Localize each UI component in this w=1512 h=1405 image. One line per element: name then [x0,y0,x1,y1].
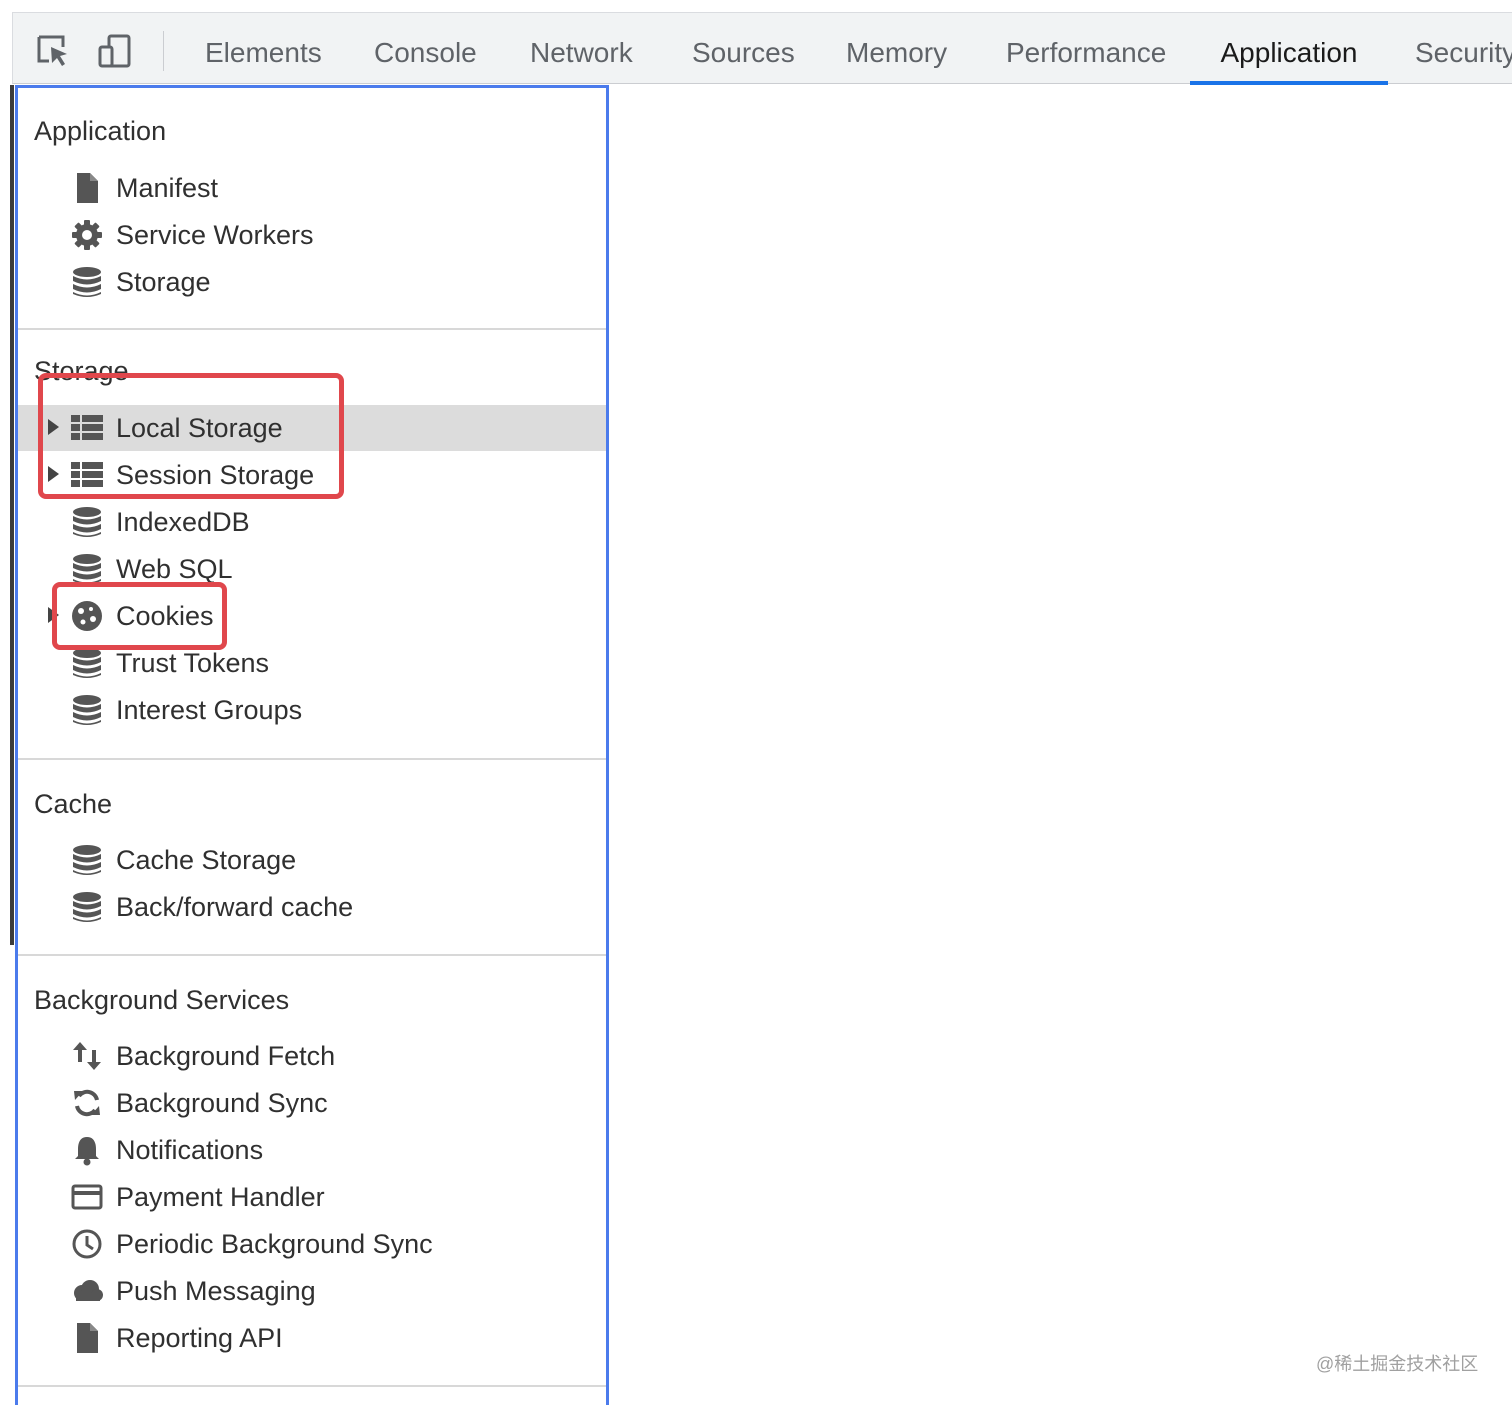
sidebar-item-label: Periodic Background Sync [116,1229,433,1259]
sidebar-item-label: Interest Groups [116,695,303,725]
sidebar-item-label: Storage [116,267,211,297]
sidebar-item-push-messaging[interactable]: Push Messaging [18,1268,606,1314]
sidebar-item-label: Background Sync [116,1088,328,1118]
section-divider [18,954,606,956]
sidebar-item-notifications[interactable]: Notifications [18,1127,606,1173]
sidebar-item-label: Cache Storage [116,845,297,875]
sidebar-item-payment-handler[interactable]: Payment Handler [18,1174,606,1220]
tab-elements[interactable]: Elements [191,13,336,84]
sidebar-item-label: Notifications [116,1135,264,1165]
tab-memory[interactable]: Memory [832,13,961,84]
section-divider [18,758,606,760]
toolbar-separator [163,31,164,71]
tab-security[interactable]: Security [1401,13,1512,84]
section-divider [18,328,606,330]
watermark: @稀土掘金技术社区 [1316,1354,1479,1374]
database-icon [70,552,104,586]
section-title-background-services: Background Services [34,985,290,1015]
sidebar-item-label: Manifest [116,173,219,203]
section-title-cache: Cache [34,789,113,819]
device-mode-icon [98,34,131,68]
highlight-box-cookies [52,582,227,650]
clock-icon [70,1227,104,1261]
database-icon [70,693,104,727]
database-icon [70,890,104,924]
highlight-box-web-storage [38,373,344,499]
devtools-toolbar: Elements Console Network Sources Memory … [12,12,1512,85]
sidebar-item-label: Trust Tokens [116,648,270,678]
sidebar-item-background-sync[interactable]: Background Sync [18,1080,606,1126]
bell-icon [70,1133,104,1167]
device-toolbar-button[interactable] [97,33,133,69]
sidebar-item-indexeddb[interactable]: IndexedDB [18,499,606,545]
sidebar-item-cache-storage[interactable]: Cache Storage [18,837,606,883]
database-icon [70,843,104,877]
sidebar-item-label: Web SQL [116,554,233,584]
window-top-strip [0,0,1512,12]
tab-console[interactable]: Console [360,13,491,84]
sidebar-item-label: Background Fetch [116,1041,336,1071]
sidebar-item-reporting-api[interactable]: Reporting API [18,1315,606,1361]
inspect-icon [37,35,67,66]
document-icon [70,1321,104,1355]
sidebar-item-background-fetch[interactable]: Background Fetch [18,1033,606,1079]
sidebar-item-periodic-background-sync[interactable]: Periodic Background Sync [18,1221,606,1267]
sidebar-item-label: Reporting API [116,1323,283,1353]
tab-performance[interactable]: Performance [992,13,1180,84]
inspect-element-button[interactable] [35,33,71,69]
sidebar-item-label: IndexedDB [116,507,250,537]
tab-sources[interactable]: Sources [678,13,809,84]
sidebar-item-back-forward-cache[interactable]: Back/forward cache [18,884,606,930]
cloud-icon [70,1274,104,1308]
sidebar-item-manifest[interactable]: Manifest [18,165,606,211]
document-icon [70,171,104,205]
sidebar-item-storage[interactable]: Storage [18,259,606,305]
database-icon [70,646,104,680]
tab-network[interactable]: Network [516,13,647,84]
panel-left-edge [10,85,14,945]
up-down-arrows-icon [70,1039,104,1073]
section-divider [18,1385,606,1387]
sidebar-item-label: Back/forward cache [116,892,354,922]
sidebar-item-service-workers[interactable]: Service Workers [18,212,606,258]
gear-icon [70,218,104,252]
sidebar-item-label: Service Workers [116,220,314,250]
tab-application[interactable]: Application [1190,13,1388,85]
card-icon [70,1180,104,1214]
database-icon [70,265,104,299]
database-icon [70,505,104,539]
sync-icon [70,1086,104,1120]
sidebar-item-label: Payment Handler [116,1182,325,1212]
sidebar-item-interest-groups[interactable]: Interest Groups [18,687,606,733]
application-sidebar: Application Manifest Service Workers Sto… [15,85,609,1405]
sidebar-item-label: Push Messaging [116,1276,316,1306]
section-title-application: Application [34,116,167,146]
